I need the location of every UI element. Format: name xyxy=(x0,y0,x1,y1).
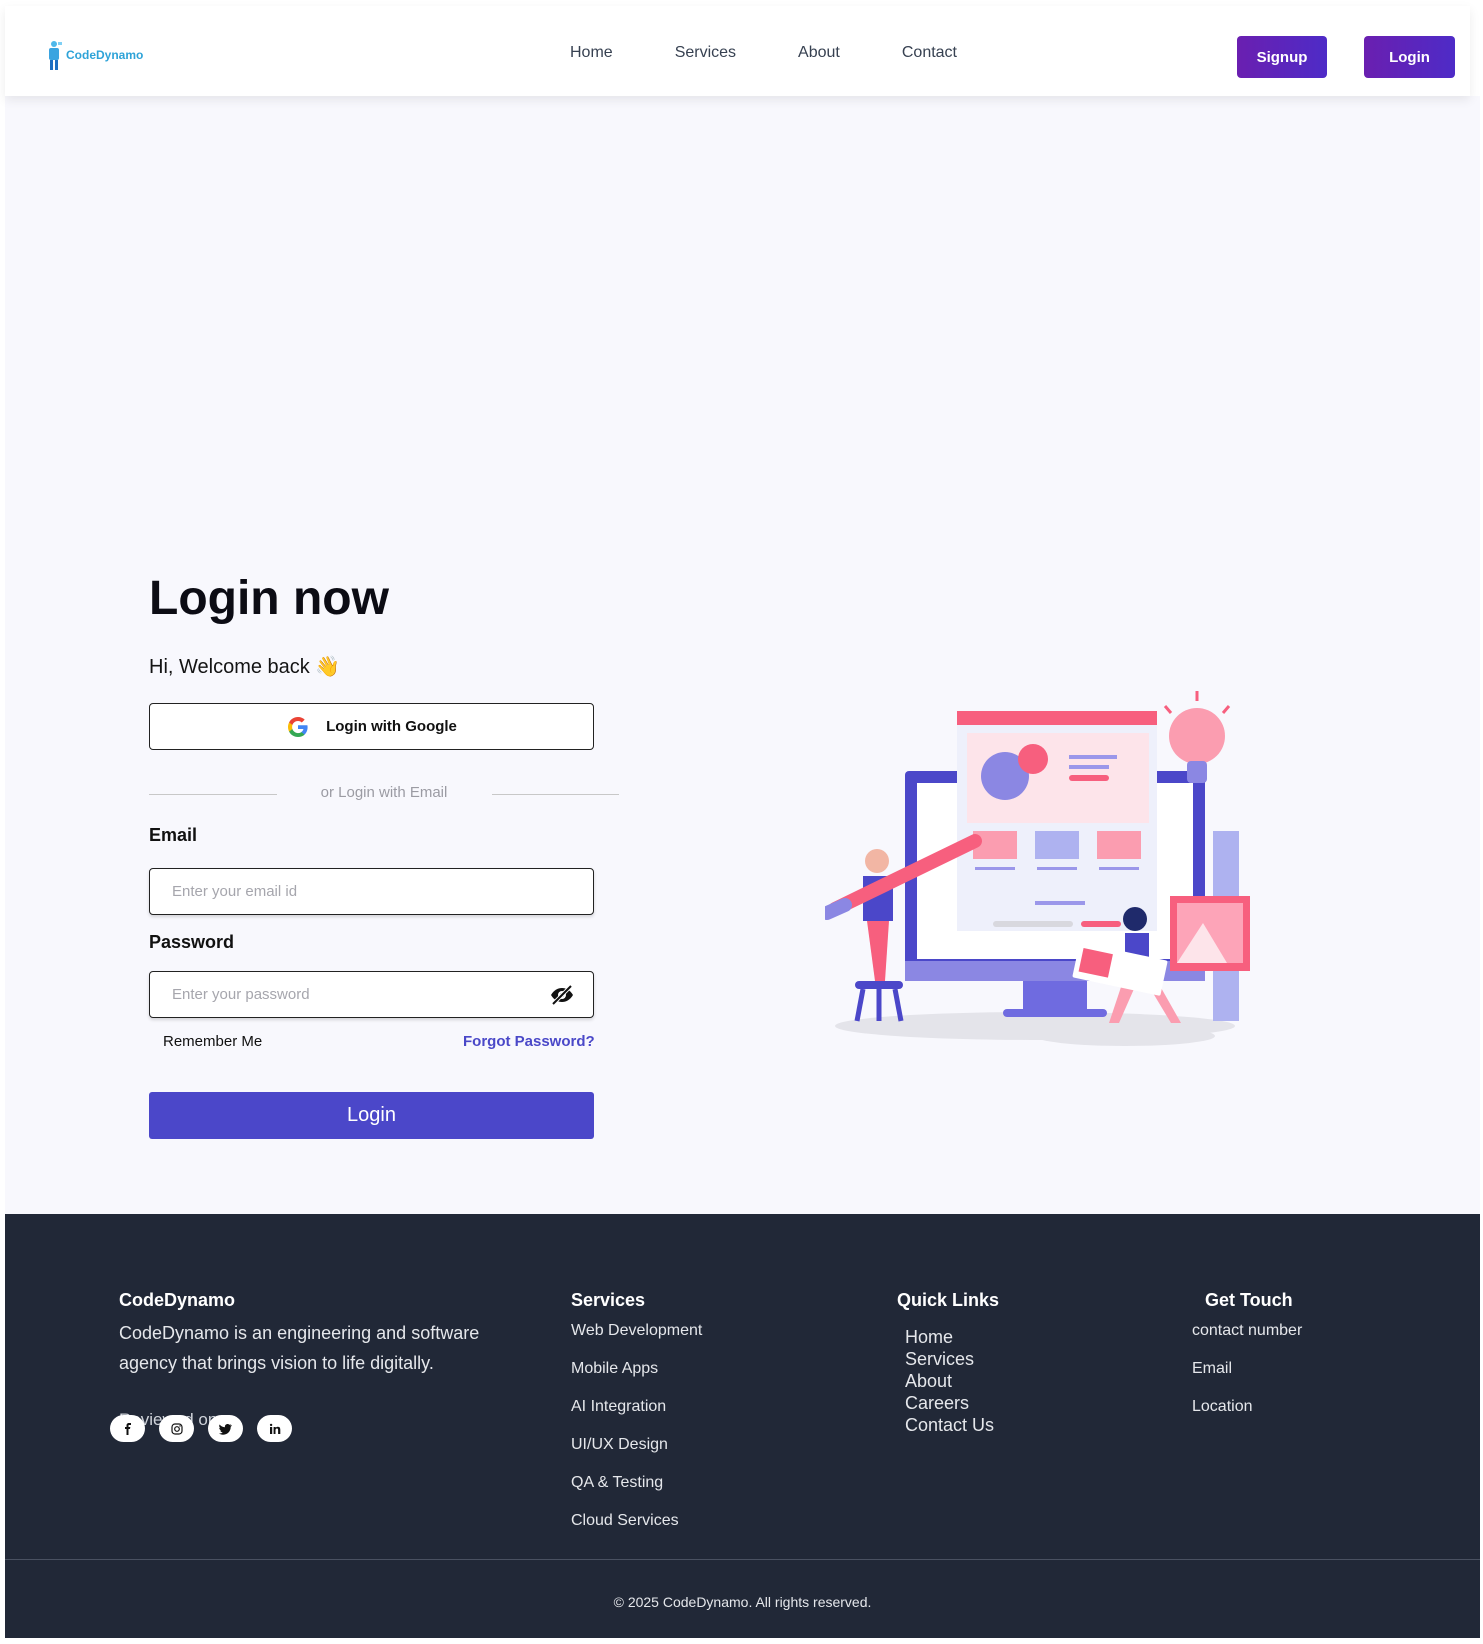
footer-quick-link[interactable]: Services xyxy=(905,1348,994,1370)
nav-about[interactable]: About xyxy=(798,44,840,62)
eye-slash-icon[interactable] xyxy=(549,982,575,1008)
wave-emoji: 👋 xyxy=(315,656,341,678)
footer-contact-item: Location xyxy=(1192,1398,1253,1415)
footer-contact-item: contact number xyxy=(1192,1322,1303,1339)
copyright-text: © 2025 CodeDynamo. All rights reserved. xyxy=(613,1594,872,1610)
facebook-icon xyxy=(124,1422,131,1435)
or-divider: or Login with Email xyxy=(149,784,619,804)
footer-service-item[interactable]: QA & Testing xyxy=(571,1474,702,1512)
password-label: Password xyxy=(149,932,235,952)
divider-line-right xyxy=(492,794,619,795)
site-footer: CodeDynamo CodeDynamo is an engineering … xyxy=(5,1214,1480,1638)
footer-description: CodeDynamo is an engineering and softwar… xyxy=(119,1323,480,1373)
instagram-icon xyxy=(170,1422,183,1435)
footer-quick-link[interactable]: Careers xyxy=(905,1392,994,1414)
nav-home[interactable]: Home xyxy=(570,44,613,62)
footer-contact-item: Email xyxy=(1192,1360,1233,1377)
footer-service-item[interactable]: AI Integration xyxy=(571,1398,702,1436)
twitter-link[interactable] xyxy=(208,1415,243,1442)
welcome-text: Hi, Welcome back 👋 xyxy=(149,654,340,679)
footer-service-item[interactable]: Cloud Services xyxy=(571,1512,702,1550)
footer-divider xyxy=(5,1559,1480,1560)
linkedin-link[interactable] xyxy=(257,1415,292,1442)
footer-service-item[interactable]: Web Development xyxy=(571,1322,702,1360)
footer-quick-link[interactable]: About xyxy=(905,1370,994,1392)
remember-me[interactable]: Remember Me xyxy=(163,1033,262,1050)
logo-icon xyxy=(49,41,62,70)
nav-contact[interactable]: Contact xyxy=(902,44,957,62)
main-nav: Home Services About Contact xyxy=(570,44,1019,62)
footer-contact-list: contact number Email Location xyxy=(1192,1322,1302,1436)
footer-get-touch-heading: Get Touch xyxy=(1205,1290,1293,1310)
email-field[interactable] xyxy=(149,868,594,915)
divider-text: or Login with Email xyxy=(320,784,448,801)
page-title: Login now xyxy=(149,572,389,625)
footer-quick-link[interactable]: Home xyxy=(905,1326,994,1348)
google-button-label: Login with Google xyxy=(326,718,457,735)
welcome-message: Hi, Welcome back xyxy=(149,656,310,678)
forgot-password-link[interactable]: Forgot Password? xyxy=(463,1033,595,1050)
logo[interactable]: CodeDynamo xyxy=(45,36,143,76)
footer-quick-link[interactable]: Contact Us xyxy=(905,1414,994,1436)
google-login-button[interactable]: Login with Google xyxy=(149,703,594,750)
facebook-link[interactable] xyxy=(110,1415,145,1442)
footer-quick-links-list: Home Services About Careers Contact Us xyxy=(905,1326,994,1436)
password-field[interactable] xyxy=(149,971,594,1018)
login-submit-button[interactable]: Login xyxy=(149,1092,594,1139)
logo-text: CodeDynamo xyxy=(66,48,144,62)
nav-services[interactable]: Services xyxy=(675,44,736,62)
instagram-link[interactable] xyxy=(159,1415,194,1442)
google-icon xyxy=(288,716,308,737)
twitter-icon xyxy=(219,1423,232,1435)
login-section: Login now Hi, Welcome back 👋 Login with … xyxy=(5,96,1480,1214)
footer-quick-links-heading: Quick Links xyxy=(897,1290,1000,1310)
footer-service-item[interactable]: UI/UX Design xyxy=(571,1436,702,1474)
linkedin-icon xyxy=(269,1423,280,1434)
email-label: Email xyxy=(149,825,198,845)
footer-brand: CodeDynamo xyxy=(119,1290,236,1310)
web-design-illustration xyxy=(825,691,1250,1046)
signup-button[interactable]: Signup xyxy=(1237,36,1327,78)
site-header: CodeDynamo Home Services About Contact S… xyxy=(5,6,1470,96)
footer-service-item[interactable]: Mobile Apps xyxy=(571,1360,702,1398)
page: CodeDynamo Home Services About Contact S… xyxy=(0,0,1483,1644)
footer-services-heading: Services xyxy=(571,1290,646,1310)
header-login-button[interactable]: Login xyxy=(1364,36,1455,78)
footer-services-list: Web Development Mobile Apps AI Integrati… xyxy=(571,1322,702,1550)
